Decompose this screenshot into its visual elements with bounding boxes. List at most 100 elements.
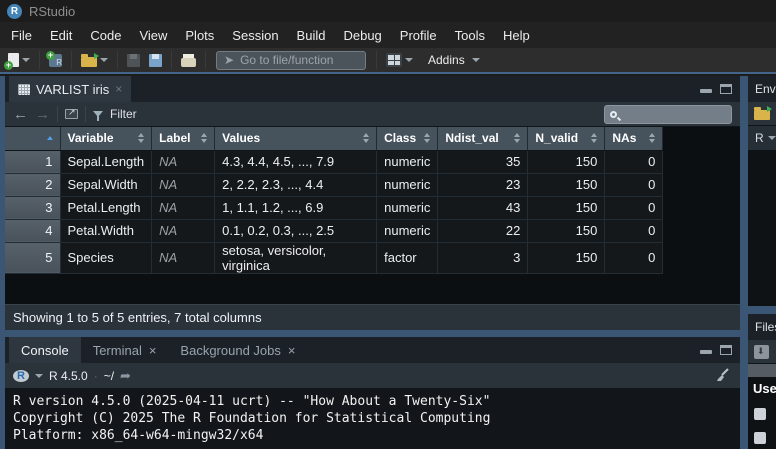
file-checkbox[interactable] xyxy=(754,432,766,444)
forward-arrow-icon[interactable]: → xyxy=(35,107,50,122)
data-table-region: Variable Label Values Class Ndist_val xyxy=(5,127,740,330)
table-row[interactable]: 3 Petal.Length NA 1, 1.1, 1.2, ..., 6.9 … xyxy=(5,196,663,219)
sort-icon xyxy=(424,133,430,143)
menu-view[interactable]: View xyxy=(130,24,176,47)
column-header-variable[interactable]: Variable xyxy=(60,127,152,150)
menu-bar: File Edit Code View Plots Session Build … xyxy=(0,22,776,48)
maximize-icon[interactable] xyxy=(720,345,732,355)
addins-button[interactable]: Addins xyxy=(419,51,483,69)
menu-build[interactable]: Build xyxy=(288,24,335,47)
clear-console-icon[interactable] xyxy=(714,367,730,388)
popout-window-icon[interactable] xyxy=(65,109,78,119)
table-search-input[interactable] xyxy=(604,105,732,124)
files-folder-label: User xyxy=(753,381,776,396)
cell-variable: Species xyxy=(60,242,152,273)
print-button[interactable] xyxy=(178,52,199,69)
close-icon[interactable]: × xyxy=(288,343,296,358)
new-folder-icon[interactable] xyxy=(754,345,769,359)
tab-varlist-iris[interactable]: VARLIST iris × xyxy=(9,76,131,102)
back-arrow-icon[interactable]: ← xyxy=(13,107,28,122)
menu-edit[interactable]: Edit xyxy=(41,24,81,47)
new-file-button[interactable] xyxy=(5,51,33,69)
menu-debug[interactable]: Debug xyxy=(334,24,390,47)
tab-label: Background Jobs xyxy=(180,343,280,358)
column-header-nas[interactable]: NAs xyxy=(605,127,663,150)
goto-placeholder: Go to file/function xyxy=(240,53,333,67)
cell-nas: 0 xyxy=(605,150,663,173)
pane-layout-button[interactable] xyxy=(383,51,416,69)
pane-grid-icon xyxy=(386,53,402,67)
tab-terminal[interactable]: Terminal × xyxy=(81,337,169,363)
console-line: Copyright (C) 2025 The R Foundation for … xyxy=(13,411,490,426)
r-version-icon[interactable]: R xyxy=(13,370,29,382)
save-button[interactable] xyxy=(124,52,143,69)
working-directory[interactable]: ~/ xyxy=(104,369,114,383)
table-row[interactable]: 1 Sepal.Length NA 4.3, 4.4, 4.5, ..., 7.… xyxy=(5,150,663,173)
menu-plots[interactable]: Plots xyxy=(176,24,223,47)
environment-r-dropdown[interactable]: R xyxy=(748,126,776,150)
data-grid-icon xyxy=(18,84,30,95)
sort-icon xyxy=(591,133,597,143)
files-tab[interactable]: Files xyxy=(748,314,776,340)
minimize-icon[interactable] xyxy=(700,89,712,93)
menu-help[interactable]: Help xyxy=(494,24,539,47)
file-checkbox[interactable] xyxy=(754,408,766,420)
cell-variable: Petal.Length xyxy=(60,196,152,219)
column-header-label[interactable]: Label xyxy=(152,127,215,150)
cell-values: 1, 1.1, 1.2, ..., 6.9 xyxy=(215,196,377,219)
environment-tab[interactable]: Envi xyxy=(748,76,776,102)
sort-icon xyxy=(201,133,207,143)
table-row[interactable]: 2 Sepal.Width NA 2, 2.2, 2.3, ..., 4.4 n… xyxy=(5,173,663,196)
close-icon[interactable]: × xyxy=(149,343,157,358)
row-number: 4 xyxy=(5,219,60,242)
cell-class: numeric xyxy=(377,219,438,242)
cell-ndist-val: 43 xyxy=(438,196,528,219)
goto-directory-icon[interactable]: ➦ xyxy=(120,368,131,384)
column-header-n-valid[interactable]: N_valid xyxy=(528,127,605,150)
close-icon[interactable]: × xyxy=(115,82,122,96)
table-status-bar: Showing 1 to 5 of 5 entries, 7 total col… xyxy=(5,304,740,330)
tab-title: VARLIST iris xyxy=(36,82,109,97)
goto-file-input[interactable]: ➤ Go to file/function xyxy=(216,51,366,70)
cell-variable: Sepal.Width xyxy=(60,173,152,196)
tab-label: Files xyxy=(755,320,776,334)
chevron-down-icon xyxy=(100,58,108,62)
menu-profile[interactable]: Profile xyxy=(391,24,446,47)
environment-body xyxy=(748,150,776,306)
cell-label: NA xyxy=(152,242,215,273)
console-tab-bar: Console Terminal × Background Jobs × xyxy=(5,337,740,363)
column-header-ndist-val[interactable]: Ndist_val xyxy=(438,127,528,150)
cell-n-valid: 150 xyxy=(528,196,605,219)
cell-values: 2, 2.2, 2.3, ..., 4.4 xyxy=(215,173,377,196)
column-header-values[interactable]: Values xyxy=(215,127,377,150)
new-project-button[interactable] xyxy=(46,52,65,69)
menu-tools[interactable]: Tools xyxy=(446,24,494,47)
maximize-icon[interactable] xyxy=(720,84,732,94)
filter-button[interactable]: Filter xyxy=(110,107,137,121)
cell-variable: Petal.Width xyxy=(60,219,152,242)
column-header-rownum[interactable] xyxy=(5,127,60,150)
sort-icon xyxy=(514,133,520,143)
r-version-label: R 4.5.0 xyxy=(49,369,88,383)
menu-session[interactable]: Session xyxy=(223,24,287,47)
column-header-class[interactable]: Class xyxy=(377,127,438,150)
console-output[interactable]: R version 4.5.0 (2025-04-11 ucrt) -- "Ho… xyxy=(5,388,740,449)
load-workspace-icon[interactable] xyxy=(754,110,770,120)
save-all-button[interactable] xyxy=(146,52,165,69)
sort-icon xyxy=(649,133,655,143)
menu-code[interactable]: Code xyxy=(81,24,130,47)
minimize-icon[interactable] xyxy=(700,350,712,354)
separator-dot: · xyxy=(94,369,98,383)
window-title: RStudio xyxy=(29,4,75,19)
tab-console[interactable]: Console xyxy=(9,337,81,363)
menu-file[interactable]: File xyxy=(2,24,41,47)
tab-background-jobs[interactable]: Background Jobs × xyxy=(168,337,307,363)
files-toolbar xyxy=(748,340,776,364)
open-file-button[interactable] xyxy=(78,52,111,69)
table-row[interactable]: 5 Species NA setosa, versicolor, virgini… xyxy=(5,242,663,273)
cell-n-valid: 150 xyxy=(528,219,605,242)
cell-class: numeric xyxy=(377,150,438,173)
pane-window-buttons xyxy=(700,84,732,94)
table-row[interactable]: 4 Petal.Width NA 0.1, 0.2, 0.3, ..., 2.5… xyxy=(5,219,663,242)
files-pane: Files User xyxy=(748,314,776,449)
